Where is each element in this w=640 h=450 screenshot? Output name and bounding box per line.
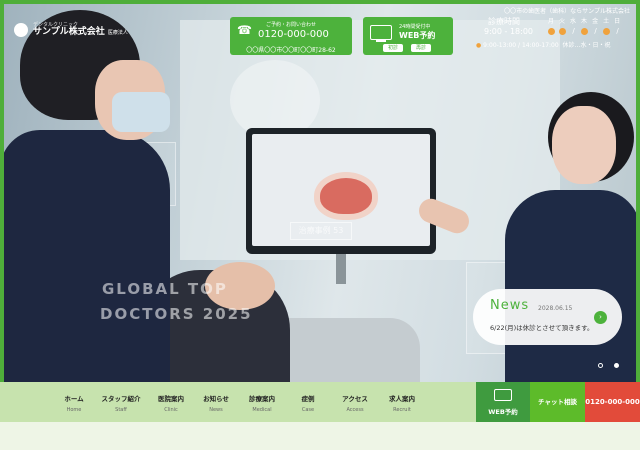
news-text[interactable]: 6/22(月)は休診とさせて頂きます。 [490, 322, 594, 332]
nav-item-case[interactable]: 症例 Case [290, 382, 326, 422]
slider-dots [598, 363, 619, 368]
contact-label: ご予約・お問い合わせ [265, 22, 316, 28]
day-label: 土 [603, 18, 610, 25]
hours-detail: ● 9:00-13:00 / 14:00-17:00 休診…水・日・祝 [476, 42, 611, 49]
phone-button[interactable]: 0120-000-000 [585, 382, 640, 422]
news-card[interactable]: News 2028.06.15 6/22(月)は休診とさせて頂きます。 › [473, 289, 622, 345]
site-tagline: 〇〇市の歯医者（歯科）ならサンプル株式会社 [504, 8, 630, 15]
web-reserve-title: WEB予約 [399, 31, 436, 40]
open-mark [581, 28, 588, 35]
contact-box[interactable]: ☎ ご予約・お問い合わせ 0120-000-000 〇〇県〇〇市〇〇町〇〇町28… [230, 17, 352, 55]
closed-mark: / [594, 27, 597, 35]
first-visit-button[interactable]: 初診 [383, 44, 403, 52]
dentist-mask [112, 92, 170, 132]
open-mark [548, 28, 555, 35]
nav-item-clinic[interactable]: 医院案内 Clinic [149, 382, 193, 422]
nav-item-home[interactable]: ホーム Home [55, 382, 93, 422]
logo-subtitle: デンタルクリニック [33, 22, 79, 28]
deco-text-line2: DOCTORS 2025 [100, 305, 253, 323]
deco-badge: 治療事例 53 [290, 222, 352, 240]
day-label: 月 [548, 18, 555, 25]
contact-address: 〇〇県〇〇市〇〇町〇〇町28-62 [246, 47, 336, 54]
hours-title: 診療時間 [488, 17, 520, 26]
accent-top [0, 0, 640, 4]
hours-time: 9:00 - 18:00 [484, 27, 533, 36]
logo-name: サンプル株式会社 医療法人 [33, 27, 128, 37]
computer-icon [370, 25, 392, 42]
slider-dot[interactable] [598, 363, 603, 368]
web-reserve-label: 24時間受付中 [399, 24, 431, 30]
web-reserve-box[interactable]: 24時間受付中 WEB予約 初診 再診 [363, 17, 453, 55]
hours-days: 月 火 水 木 金 土 日 [548, 16, 620, 25]
news-date: 2028.06.15 [538, 305, 573, 312]
hours-marks: / / / [548, 28, 621, 35]
closed-mark: / [616, 27, 619, 35]
accent-right [636, 0, 640, 382]
open-mark [603, 28, 610, 35]
accent-left [0, 0, 4, 382]
day-label: 火 [559, 18, 566, 25]
day-label: 木 [581, 18, 588, 25]
assistant-face [552, 106, 616, 184]
web-reserve-button[interactable]: WEB予約 [476, 382, 530, 422]
revisit-button[interactable]: 再診 [411, 44, 431, 52]
dentist [0, 130, 170, 382]
news-title: News [490, 298, 530, 313]
open-mark [559, 28, 566, 35]
day-label: 水 [570, 18, 577, 25]
day-label: 金 [592, 18, 599, 25]
day-label: 日 [614, 18, 621, 25]
web-reserve-button-label: WEB予約 [488, 408, 518, 416]
nav-item-medical[interactable]: 診療案内 Medical [240, 382, 284, 422]
chevron-right-icon[interactable]: › [594, 311, 607, 324]
monitor-stand [336, 254, 346, 284]
nav-item-access[interactable]: アクセス Access [334, 382, 376, 422]
chat-consult-button[interactable]: チャット相談 [530, 382, 585, 422]
closed-mark: / [572, 27, 575, 35]
tooth-logo-icon [14, 23, 28, 37]
nav-item-news[interactable]: お知らせ News [194, 382, 238, 422]
site-logo[interactable]: デンタルクリニック サンプル株式会社 医療法人 [14, 23, 128, 37]
nav-item-recruit[interactable]: 求人案内 Recruit [380, 382, 424, 422]
assistant [505, 190, 640, 382]
nav-item-staff[interactable]: スタッフ紹介 Staff [94, 382, 148, 422]
page-bottom [0, 422, 640, 450]
computer-icon [494, 389, 512, 401]
teeth-scan [314, 172, 378, 220]
contact-phone[interactable]: 0120-000-000 [258, 29, 329, 40]
slider-dot-active[interactable] [614, 363, 619, 368]
deco-text-line1: GLOBAL TOP [102, 280, 228, 298]
